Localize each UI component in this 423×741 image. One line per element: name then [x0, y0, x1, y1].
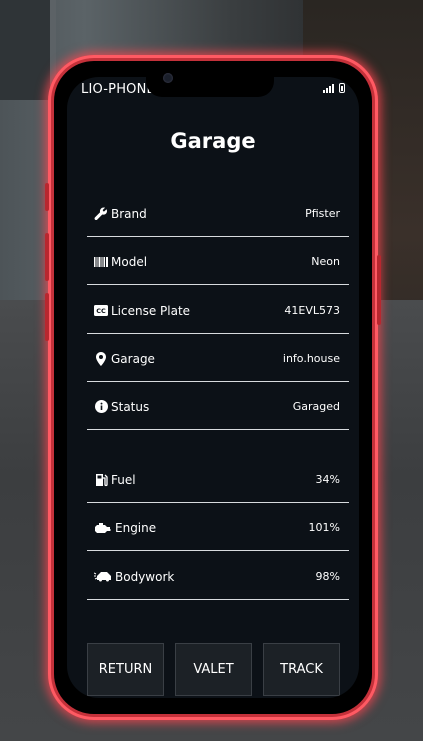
- phone-screen: LIO-PHONE Garage Brand Pfister Model Neo…: [67, 77, 359, 698]
- row-label: Fuel: [111, 472, 136, 487]
- signal-icon: [323, 83, 334, 93]
- row-value: Garaged: [292, 400, 340, 413]
- info-row-brand: Brand Pfister: [87, 191, 349, 237]
- car-crash-icon: [94, 570, 112, 584]
- row-label: Model: [111, 254, 148, 269]
- svg-text:CC: CC: [96, 307, 106, 315]
- phone-frame: LIO-PHONE Garage Brand Pfister Model Neo…: [45, 55, 381, 720]
- row-label: Brand: [111, 206, 147, 221]
- info-icon: [94, 400, 108, 414]
- stat-row-fuel: Fuel 34%: [87, 457, 349, 503]
- info-row-license-plate: CC License Plate 41EVL573: [87, 288, 349, 334]
- cc-icon: CC: [94, 304, 108, 318]
- action-buttons: RETURN VALET TRACK: [87, 643, 340, 696]
- stat-row-engine: Engine 101%: [87, 505, 349, 551]
- status-bar-icons: [323, 83, 345, 93]
- row-value: 101%: [308, 521, 340, 534]
- row-value: Pfister: [305, 207, 340, 220]
- row-value: info.house: [282, 352, 340, 365]
- info-row-garage: Garage info.house: [87, 336, 349, 382]
- engine-icon: [94, 521, 112, 535]
- battery-icon: [339, 83, 345, 93]
- info-row-model: Model Neon: [87, 239, 349, 285]
- valet-button[interactable]: VALET: [175, 643, 252, 696]
- row-label: License Plate: [111, 303, 191, 318]
- row-label: Engine: [115, 520, 157, 535]
- row-value: Neon: [311, 255, 340, 268]
- background-window: [0, 0, 56, 100]
- row-value: 98%: [315, 570, 340, 583]
- stat-row-bodywork: Bodywork 98%: [87, 554, 349, 600]
- track-button[interactable]: TRACK: [263, 643, 340, 696]
- barcode-icon: [94, 255, 108, 269]
- row-label: Garage: [111, 351, 155, 366]
- location-pin-icon: [94, 351, 108, 366]
- row-label: Status: [111, 399, 150, 414]
- phone-volume-down-button: [45, 293, 49, 341]
- phone-volume-up-button: [45, 233, 49, 281]
- row-value: 41EVL573: [284, 304, 340, 317]
- row-label: Bodywork: [115, 569, 175, 584]
- phone-side-button: [45, 183, 49, 211]
- row-value: 34%: [315, 473, 340, 486]
- return-button[interactable]: RETURN: [87, 643, 164, 696]
- wrench-icon: [94, 206, 108, 221]
- front-camera: [163, 73, 173, 83]
- page-title: Garage: [170, 129, 256, 153]
- phone-brand-label: LIO-PHONE: [81, 82, 155, 97]
- info-row-status: Status Garaged: [87, 384, 349, 430]
- gas-pump-icon: [94, 473, 108, 487]
- phone-power-button: [377, 255, 381, 325]
